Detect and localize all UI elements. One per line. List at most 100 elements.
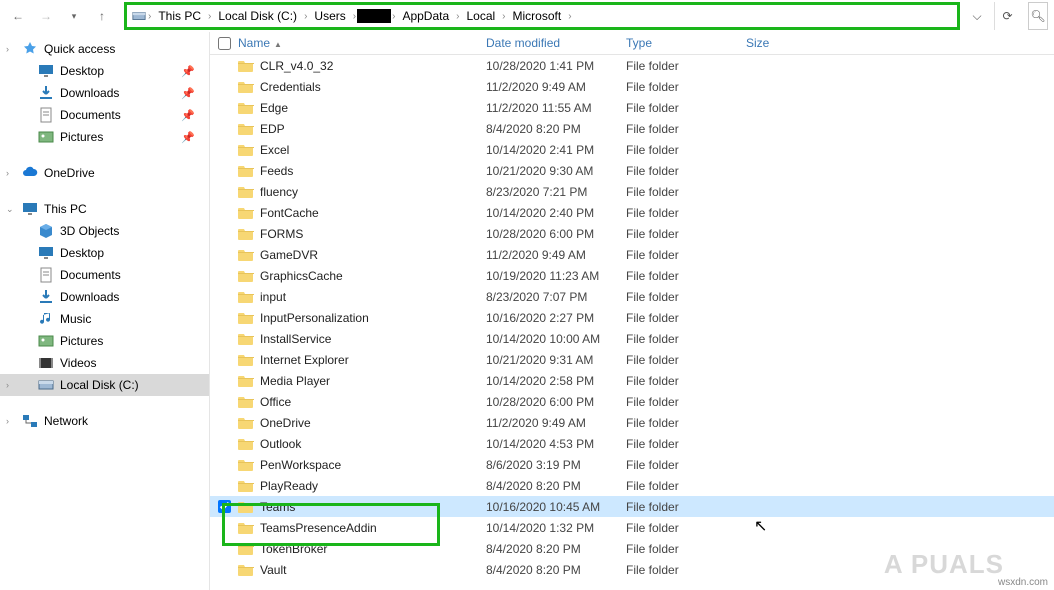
navigation-pane: ›Quick access Desktop📌 Downloads📌 Docume… [0, 32, 210, 590]
file-row[interactable]: Feeds10/21/2020 9:30 AMFile folder [210, 160, 1054, 181]
sidebar-documents[interactable]: Documents📌 [0, 104, 209, 126]
file-row[interactable]: FORMS10/28/2020 6:00 PMFile folder [210, 223, 1054, 244]
pin-icon: 📌 [181, 87, 195, 100]
chevron-right-icon[interactable]: › [567, 11, 572, 22]
file-row[interactable]: Edge11/2/2020 11:55 AMFile folder [210, 97, 1054, 118]
file-row[interactable]: GraphicsCache10/19/2020 11:23 AMFile fol… [210, 265, 1054, 286]
file-row[interactable]: Outlook10/14/2020 4:53 PMFile folder [210, 433, 1054, 454]
file-type: File folder [626, 59, 746, 73]
file-type: File folder [626, 374, 746, 388]
video-icon [38, 355, 54, 371]
folder-icon [238, 79, 254, 95]
crumb-local[interactable]: Local [460, 9, 501, 23]
address-dropdown[interactable]: ⌵ [964, 2, 990, 30]
sidebar-downloads[interactable]: Downloads📌 [0, 82, 209, 104]
network-icon [22, 413, 38, 429]
file-row[interactable]: PenWorkspace8/6/2020 3:19 PMFile folder [210, 454, 1054, 475]
file-row[interactable]: InputPersonalization10/16/2020 2:27 PMFi… [210, 307, 1054, 328]
sidebar-3d-objects[interactable]: 3D Objects [0, 220, 209, 242]
column-headers: Name▲ Date modified Type Size [210, 32, 1054, 55]
crumb-microsoft[interactable]: Microsoft [507, 9, 568, 23]
crumb-appdata[interactable]: AppData [396, 9, 455, 23]
column-name[interactable]: Name▲ [238, 36, 486, 50]
label: Quick access [44, 42, 115, 56]
crumb-this-pc[interactable]: This PC [152, 9, 207, 23]
file-row[interactable]: fluency8/23/2020 7:21 PMFile folder [210, 181, 1054, 202]
file-row[interactable]: Office10/28/2020 6:00 PMFile folder [210, 391, 1054, 412]
search-button[interactable]: 🔍︎ [1028, 2, 1048, 30]
sidebar-quick-access[interactable]: › Quick access [0, 38, 209, 60]
file-row[interactable]: input8/23/2020 7:07 PMFile folder [210, 286, 1054, 307]
label: OneDrive [44, 166, 95, 180]
sidebar-desktop[interactable]: Desktop📌 [0, 60, 209, 82]
row-checkbox[interactable] [218, 500, 231, 513]
file-row[interactable]: FontCache10/14/2020 2:40 PMFile folder [210, 202, 1054, 223]
file-row[interactable]: GameDVR11/2/2020 9:49 AMFile folder [210, 244, 1054, 265]
file-row[interactable]: Teams10/16/2020 10:45 AMFile folder [210, 496, 1054, 517]
sidebar-pc-videos[interactable]: Videos [0, 352, 209, 374]
file-row[interactable]: InstallService10/14/2020 10:00 AMFile fo… [210, 328, 1054, 349]
chevron-right-icon[interactable]: › [6, 44, 9, 54]
select-all-checkbox[interactable] [218, 37, 231, 50]
file-type: File folder [626, 290, 746, 304]
chevron-right-icon[interactable]: › [6, 416, 9, 426]
recent-dropdown[interactable]: ▾ [62, 4, 86, 28]
chevron-down-icon[interactable]: ⌄ [6, 204, 14, 215]
crumb-users[interactable]: Users [308, 9, 351, 23]
pin-icon: 📌 [181, 65, 195, 78]
file-row[interactable]: Internet Explorer10/21/2020 9:31 AMFile … [210, 349, 1054, 370]
folder-icon [238, 163, 254, 179]
file-row[interactable]: CLR_v4.0_3210/28/2020 1:41 PMFile folder [210, 55, 1054, 76]
column-date[interactable]: Date modified [486, 36, 626, 50]
sidebar-this-pc[interactable]: ⌄This PC [0, 198, 209, 220]
file-row[interactable]: EDP8/4/2020 8:20 PMFile folder [210, 118, 1054, 139]
file-name: fluency [260, 185, 298, 199]
file-date: 8/4/2020 8:20 PM [486, 122, 626, 136]
folder-icon [238, 289, 254, 305]
file-row[interactable]: PlayReady8/4/2020 8:20 PMFile folder [210, 475, 1054, 496]
file-name: Media Player [260, 374, 330, 388]
sidebar-pc-pictures[interactable]: Pictures [0, 330, 209, 352]
file-type: File folder [626, 185, 746, 199]
file-date: 10/28/2020 6:00 PM [486, 227, 626, 241]
file-type: File folder [626, 206, 746, 220]
back-button[interactable]: ← [6, 4, 30, 28]
chevron-right-icon[interactable]: › [6, 168, 9, 178]
file-row[interactable]: TeamsPresenceAddin10/14/2020 1:32 PMFile… [210, 517, 1054, 538]
sidebar-network[interactable]: ›Network [0, 410, 209, 432]
address-bar[interactable]: › This PC › Local Disk (C:) › Users › › … [127, 5, 957, 27]
file-type: File folder [626, 479, 746, 493]
file-row[interactable]: Credentials11/2/2020 9:49 AMFile folder [210, 76, 1054, 97]
file-row[interactable]: Excel10/14/2020 2:41 PMFile folder [210, 139, 1054, 160]
file-list[interactable]: CLR_v4.0_3210/28/2020 1:41 PMFile folder… [210, 55, 1054, 590]
label: Music [60, 312, 91, 326]
folder-icon [238, 352, 254, 368]
up-button[interactable]: ↑ [90, 4, 114, 28]
file-name: Vault [260, 563, 286, 577]
sidebar-pc-downloads[interactable]: Downloads [0, 286, 209, 308]
documents-icon [38, 107, 54, 123]
refresh-button[interactable]: ⟳ [994, 2, 1020, 30]
download-icon [38, 289, 54, 305]
file-date: 10/21/2020 9:31 AM [486, 353, 626, 367]
file-type: File folder [626, 458, 746, 472]
sidebar-pc-desktop[interactable]: Desktop [0, 242, 209, 264]
file-name: Teams [260, 500, 295, 514]
sidebar-pc-music[interactable]: Music [0, 308, 209, 330]
sidebar-pictures[interactable]: Pictures📌 [0, 126, 209, 148]
sidebar-pc-documents[interactable]: Documents [0, 264, 209, 286]
crumb-username-redacted[interactable] [357, 9, 391, 23]
sidebar-onedrive[interactable]: › OneDrive [0, 162, 209, 184]
chevron-right-icon[interactable]: › [6, 380, 9, 390]
sidebar-local-disk[interactable]: ›Local Disk (C:) [0, 374, 209, 396]
crumb-local-disk[interactable]: Local Disk (C:) [212, 9, 303, 23]
column-type[interactable]: Type [626, 36, 746, 50]
file-date: 10/28/2020 6:00 PM [486, 395, 626, 409]
file-name: InstallService [260, 332, 331, 346]
file-type: File folder [626, 437, 746, 451]
forward-button[interactable]: → [34, 4, 58, 28]
file-row[interactable]: Media Player10/14/2020 2:58 PMFile folde… [210, 370, 1054, 391]
column-size[interactable]: Size [746, 36, 826, 50]
file-name: input [260, 290, 286, 304]
file-row[interactable]: OneDrive11/2/2020 9:49 AMFile folder [210, 412, 1054, 433]
